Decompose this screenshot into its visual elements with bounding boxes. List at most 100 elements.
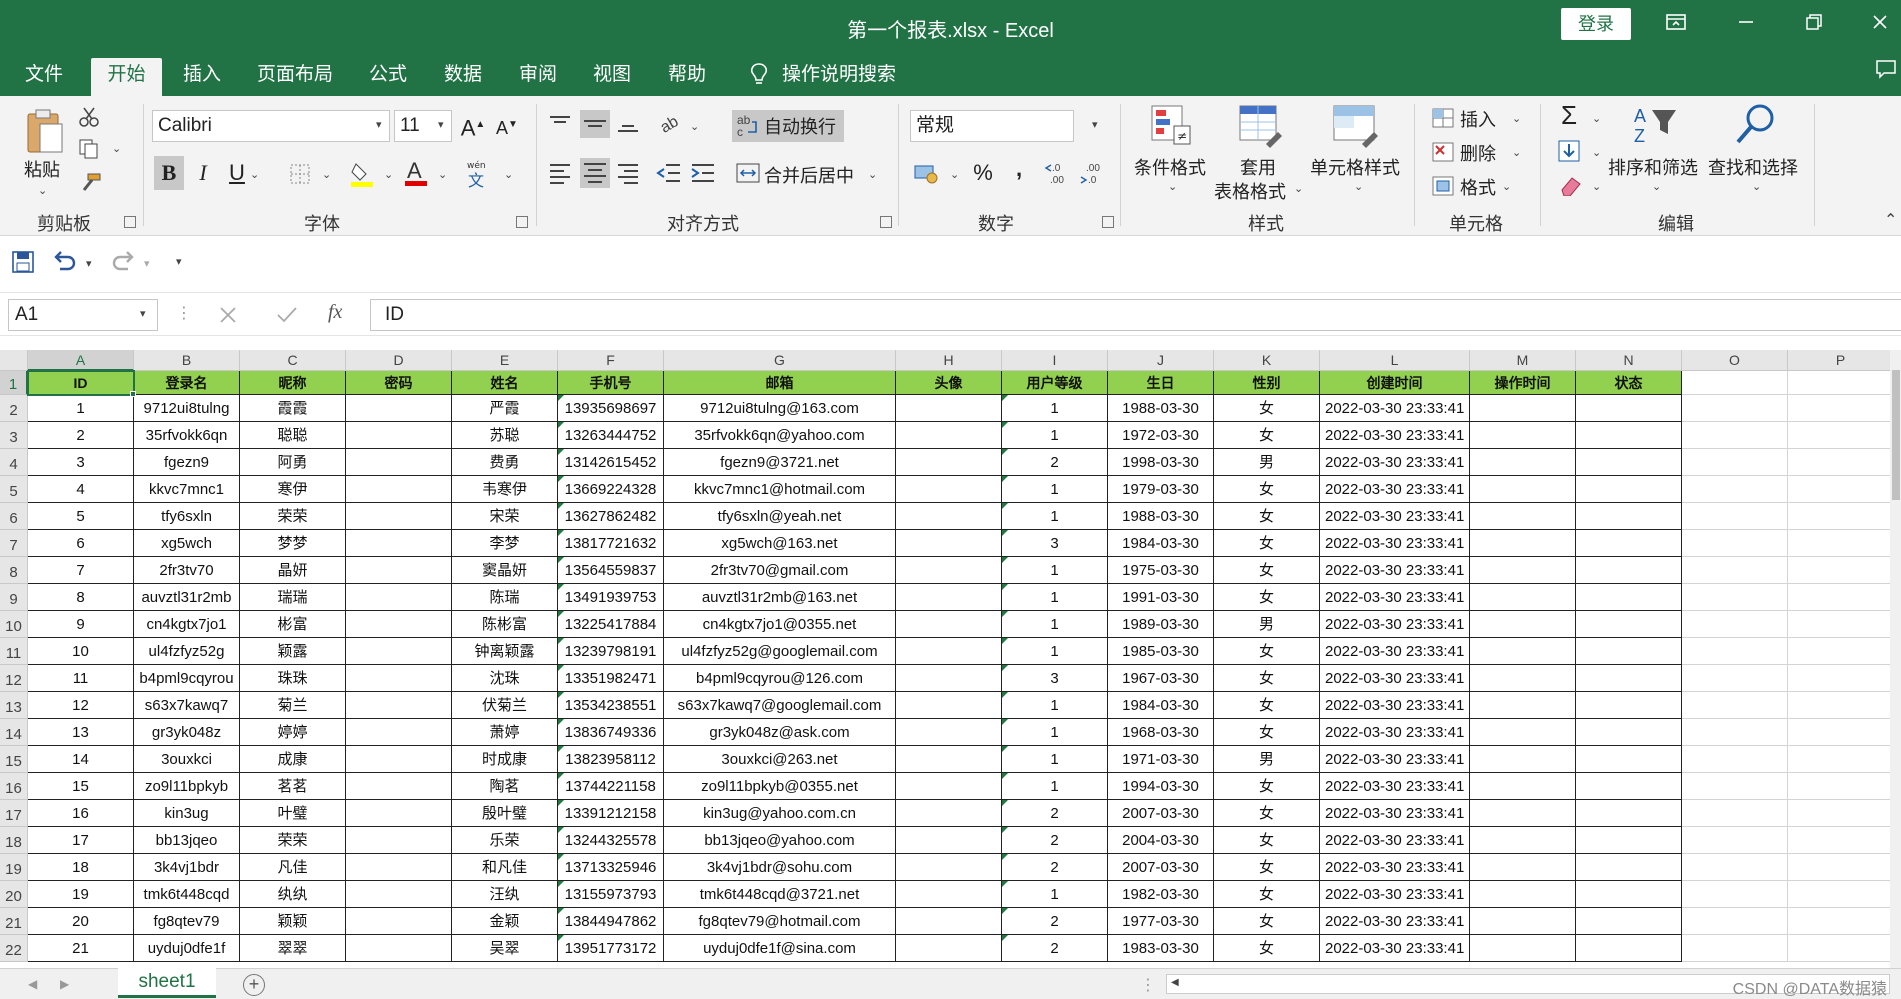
data-cell[interactable]: 2022-03-30 23:33:41 bbox=[1320, 638, 1470, 665]
data-cell[interactable]: 35rfvokk6qn@yahoo.com bbox=[664, 422, 896, 449]
fill-handle[interactable] bbox=[130, 391, 136, 397]
number-format-box[interactable]: 常规 bbox=[910, 110, 1074, 142]
fill-color-icon[interactable] bbox=[350, 160, 374, 193]
phonetic-chevron-icon[interactable]: ⌄ bbox=[504, 168, 513, 181]
data-cell[interactable] bbox=[346, 503, 452, 530]
data-cell[interactable]: 叶璧 bbox=[240, 800, 346, 827]
bold-button[interactable]: B bbox=[154, 156, 184, 190]
data-cell[interactable]: 女 bbox=[1214, 530, 1320, 557]
data-cell[interactable]: 3 bbox=[1002, 665, 1108, 692]
data-cell[interactable]: kin3ug@yahoo.com.cn bbox=[664, 800, 896, 827]
sheet-tab-sheet1[interactable]: sheet1 bbox=[118, 968, 216, 998]
data-cell[interactable] bbox=[1788, 557, 1890, 584]
data-cell[interactable] bbox=[1470, 476, 1576, 503]
data-cell[interactable]: 沈珠 bbox=[452, 665, 558, 692]
data-cell[interactable] bbox=[1576, 584, 1682, 611]
data-cell[interactable] bbox=[1576, 746, 1682, 773]
data-cell[interactable]: 苏聪 bbox=[452, 422, 558, 449]
merge-center-icon[interactable] bbox=[736, 162, 760, 189]
data-cell[interactable] bbox=[1788, 854, 1890, 881]
data-cell[interactable]: 女 bbox=[1214, 503, 1320, 530]
data-cell[interactable] bbox=[1788, 422, 1890, 449]
tab-formulas[interactable]: 公式 bbox=[358, 58, 418, 96]
redo-chevron-icon[interactable]: ▾ bbox=[144, 257, 150, 270]
header-cell[interactable]: 手机号 bbox=[558, 371, 664, 395]
data-cell[interactable]: 1989-03-30 bbox=[1108, 611, 1214, 638]
data-cell[interactable] bbox=[1470, 449, 1576, 476]
data-cell[interactable] bbox=[1788, 908, 1890, 935]
column-header-h[interactable]: H bbox=[896, 350, 1002, 371]
data-cell[interactable]: 1 bbox=[1002, 611, 1108, 638]
row-header-8[interactable]: 8 bbox=[0, 557, 28, 584]
data-cell[interactable]: 2022-03-30 23:33:41 bbox=[1320, 476, 1470, 503]
row-header-14[interactable]: 14 bbox=[0, 719, 28, 746]
data-cell[interactable] bbox=[346, 557, 452, 584]
data-cell[interactable] bbox=[1576, 935, 1682, 962]
data-cell[interactable] bbox=[1576, 827, 1682, 854]
insert-cells-icon[interactable] bbox=[1432, 108, 1454, 133]
data-cell[interactable] bbox=[1788, 719, 1890, 746]
data-cell[interactable]: 1972-03-30 bbox=[1108, 422, 1214, 449]
data-cell[interactable] bbox=[896, 530, 1002, 557]
data-cell[interactable]: fgezn9@3721.net bbox=[664, 449, 896, 476]
data-cell[interactable]: 女 bbox=[1214, 557, 1320, 584]
sort-filter-label[interactable]: 排序和筛选 bbox=[1608, 154, 1698, 180]
data-cell[interactable]: 1998-03-30 bbox=[1108, 449, 1214, 476]
data-cell[interactable]: 35rfvokk6qn bbox=[134, 422, 240, 449]
comma-style-icon[interactable]: , bbox=[1004, 152, 1034, 186]
data-cell[interactable]: 和凡佳 bbox=[452, 854, 558, 881]
align-left-icon[interactable] bbox=[548, 162, 572, 189]
data-cell[interactable]: 女 bbox=[1214, 800, 1320, 827]
data-cell[interactable] bbox=[1788, 800, 1890, 827]
row-header-10[interactable]: 10 bbox=[0, 611, 28, 638]
data-cell[interactable] bbox=[346, 827, 452, 854]
tab-home[interactable]: 开始 bbox=[91, 58, 162, 96]
data-cell[interactable] bbox=[1470, 584, 1576, 611]
data-cell[interactable]: 19 bbox=[28, 881, 134, 908]
data-cell[interactable]: 13391212158 bbox=[558, 800, 664, 827]
data-cell[interactable]: 男 bbox=[1214, 449, 1320, 476]
data-cell[interactable]: cn4kgtx7jo1@0355.net bbox=[664, 611, 896, 638]
data-cell[interactable]: 严霞 bbox=[452, 395, 558, 422]
data-cell[interactable]: 宋荣 bbox=[452, 503, 558, 530]
data-cell[interactable] bbox=[1788, 827, 1890, 854]
data-cell[interactable]: fgezn9 bbox=[134, 449, 240, 476]
delete-cells-chevron-icon[interactable]: ⌄ bbox=[1512, 146, 1521, 159]
align-middle-icon[interactable] bbox=[580, 110, 610, 138]
data-cell[interactable]: auvztl31r2mb@163.net bbox=[664, 584, 896, 611]
data-cell[interactable] bbox=[1470, 719, 1576, 746]
wrap-text-button[interactable]: ab c 自动换行 bbox=[732, 110, 844, 142]
data-cell[interactable]: 霞霞 bbox=[240, 395, 346, 422]
data-cell[interactable]: tmk6t448cqd@3721.net bbox=[664, 881, 896, 908]
data-cell[interactable] bbox=[1788, 503, 1890, 530]
data-cell[interactable] bbox=[346, 530, 452, 557]
column-header-n[interactable]: N bbox=[1576, 350, 1682, 371]
data-cell[interactable] bbox=[1682, 557, 1788, 584]
login-button[interactable]: 登录 bbox=[1561, 8, 1631, 40]
data-cell[interactable] bbox=[346, 638, 452, 665]
data-cell[interactable]: tfy6sxln bbox=[134, 503, 240, 530]
data-cell[interactable]: 萧婷 bbox=[452, 719, 558, 746]
data-cell[interactable]: 女 bbox=[1214, 854, 1320, 881]
data-cell[interactable]: 2022-03-30 23:33:41 bbox=[1320, 449, 1470, 476]
data-cell[interactable] bbox=[346, 800, 452, 827]
paste-chevron-icon[interactable]: ⌄ bbox=[38, 184, 47, 197]
data-cell[interactable]: b4pml9cqyrou@126.com bbox=[664, 665, 896, 692]
data-cell[interactable]: 1967-03-30 bbox=[1108, 665, 1214, 692]
increase-decimal-icon[interactable]: .0.00 bbox=[1044, 160, 1072, 191]
row-header-13[interactable]: 13 bbox=[0, 692, 28, 719]
format-painter-icon[interactable] bbox=[78, 172, 102, 199]
row-header-21[interactable]: 21 bbox=[0, 908, 28, 935]
data-cell[interactable]: 14 bbox=[28, 746, 134, 773]
tab-data[interactable]: 数据 bbox=[433, 58, 493, 96]
cell-styles-chevron-icon[interactable]: ⌄ bbox=[1354, 180, 1363, 193]
data-cell[interactable] bbox=[346, 719, 452, 746]
data-cell[interactable] bbox=[346, 908, 452, 935]
header-cell[interactable] bbox=[1682, 371, 1788, 395]
data-cell[interactable]: 2022-03-30 23:33:41 bbox=[1320, 746, 1470, 773]
data-cell[interactable] bbox=[1682, 611, 1788, 638]
format-cells-icon[interactable] bbox=[1432, 176, 1454, 201]
data-cell[interactable]: 1988-03-30 bbox=[1108, 395, 1214, 422]
data-cell[interactable]: 13534238551 bbox=[558, 692, 664, 719]
data-cell[interactable]: 2007-03-30 bbox=[1108, 800, 1214, 827]
